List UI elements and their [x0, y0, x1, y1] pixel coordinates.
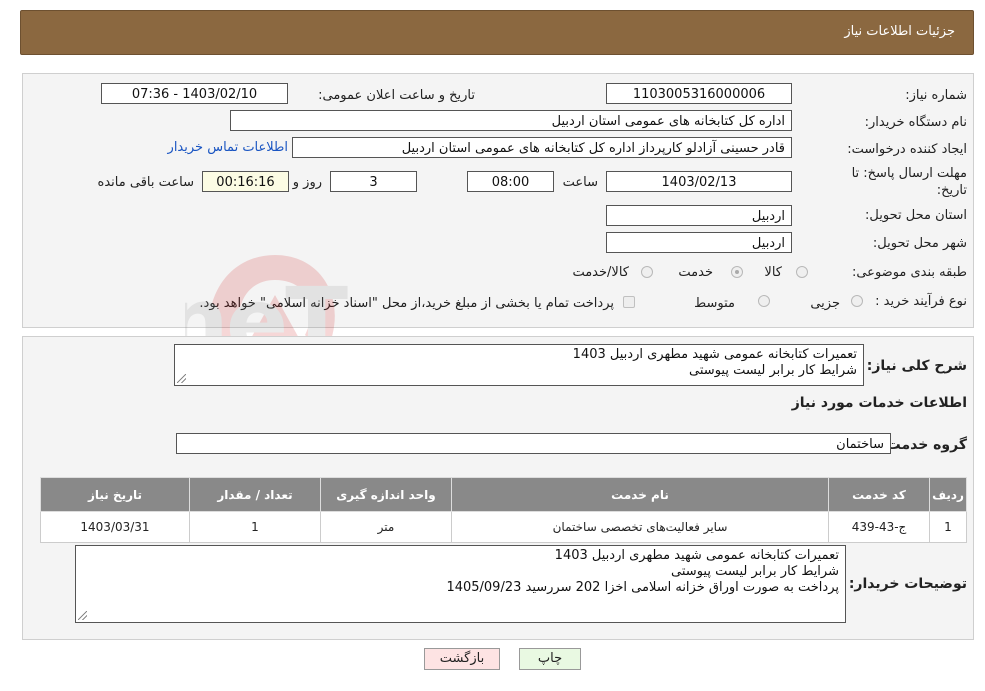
remaining-time-field[interactable]: 00:16:16 — [202, 171, 289, 192]
category-label: طبقه بندی موضوعی: — [851, 265, 967, 280]
col-header-quantity: تعداد / مقدار — [189, 477, 321, 512]
need-number-field[interactable]: 1103005316000006 — [606, 83, 792, 104]
purchase-minor-radio[interactable] — [851, 295, 863, 307]
table-row[interactable]: 1 ج-43-439 سایر فعالیت‌های تخصصی ساختمان… — [40, 511, 967, 543]
cell-service-code: ج-43-439 — [828, 511, 930, 543]
buyer-contact-link[interactable]: اطلاعات تماس خریدار — [168, 140, 288, 155]
announce-datetime-label: تاریخ و ساعت اعلان عمومی: — [318, 88, 475, 103]
city-label: شهر محل تحویل: — [872, 236, 967, 251]
col-header-row-number: ردیف — [929, 477, 967, 512]
buyer-notes-line-2: شرایط کار برابر لیست پیوستی — [671, 564, 839, 579]
category-goods-service-label: کالا/خدمت — [572, 265, 629, 280]
purchase-medium-radio[interactable] — [758, 295, 770, 307]
page-header: جزئیات اطلاعات نیاز — [20, 10, 974, 55]
print-button[interactable]: چاپ — [519, 648, 581, 670]
announce-datetime-field[interactable]: 1403/02/10 - 07:36 — [101, 83, 288, 104]
cell-quantity: 1 — [189, 511, 321, 543]
buyer-org-label: نام دستگاه خریدار: — [864, 115, 967, 130]
category-goods-label: کالا — [764, 265, 782, 280]
buyer-org-field[interactable]: اداره کل کتابخانه های عمومی استان اردبیل — [230, 110, 792, 131]
deadline-time-field[interactable]: 08:00 — [467, 171, 554, 192]
service-group-label: گروه خدمت: — [881, 437, 967, 453]
service-group-field[interactable]: ساختمان — [176, 433, 891, 454]
deadline-time-label: ساعت — [562, 175, 598, 190]
services-table: ردیف کد خدمت نام خدمت واحد اندازه گیری ت… — [40, 477, 967, 543]
cell-row-number: 1 — [929, 511, 967, 543]
deadline-label: مهلت ارسال پاسخ: تا — [851, 166, 967, 181]
col-header-unit: واحد اندازه گیری — [320, 477, 452, 512]
cell-service-name: سایر فعالیت‌های تخصصی ساختمان — [451, 511, 829, 543]
days-label: روز و — [292, 175, 322, 190]
payment-note: پرداخت تمام یا بخشی از مبلغ خرید،از محل … — [199, 296, 614, 311]
buyer-notes-line-3: پرداخت به صورت اوراق خزانه اسلامی اخزا 2… — [446, 580, 839, 595]
category-goods-radio[interactable] — [796, 266, 808, 278]
services-section-title: اطلاعات خدمات مورد نیاز — [791, 395, 967, 411]
deadline-date-label: تاریخ: — [936, 183, 967, 198]
resize-handle-icon[interactable] — [177, 374, 186, 383]
creator-field[interactable]: قادر حسینی آزادلو کارپرداز اداره کل کتاب… — [292, 137, 792, 158]
summary-line-2: شرایط کار برابر لیست پیوستی — [689, 363, 857, 378]
province-label: استان محل تحویل: — [865, 208, 967, 223]
purchase-medium-label: متوسط — [694, 296, 735, 311]
cell-unit: متر — [320, 511, 452, 543]
creator-label: ایجاد کننده درخواست: — [847, 142, 967, 157]
buyer-notes-textarea[interactable]: تعمیرات کتابخانه عمومی شهید مطهری اردبیل… — [75, 545, 846, 623]
category-service-radio[interactable] — [731, 266, 743, 278]
remaining-time-label: ساعت باقی مانده — [97, 175, 194, 190]
days-field[interactable]: 3 — [330, 171, 417, 192]
province-field[interactable]: اردبیل — [606, 205, 792, 226]
cell-need-date: 1403/03/31 — [40, 511, 190, 543]
need-number-label: شماره نیاز: — [905, 88, 967, 103]
summary-textarea[interactable]: تعمیرات کتابخانه عمومی شهید مطهری اردبیل… — [174, 344, 864, 386]
buyer-notes-label: توضیحات خریدار: — [848, 576, 967, 592]
city-field[interactable]: اردبیل — [606, 232, 792, 253]
col-header-service-code: کد خدمت — [828, 477, 930, 512]
col-header-service-name: نام خدمت — [451, 477, 829, 512]
summary-line-1: تعمیرات کتابخانه عمومی شهید مطهری اردبیل… — [572, 347, 857, 362]
table-header-row: ردیف کد خدمت نام خدمت واحد اندازه گیری ت… — [40, 477, 967, 512]
category-goods-service-radio[interactable] — [641, 266, 653, 278]
buyer-notes-line-1: تعمیرات کتابخانه عمومی شهید مطهری اردبیل… — [554, 548, 839, 563]
purchase-type-label: نوع فرآیند خرید : — [875, 294, 967, 309]
resize-handle-icon[interactable] — [78, 611, 87, 620]
back-button[interactable]: بازگشت — [424, 648, 500, 670]
page-title: جزئیات اطلاعات نیاز — [844, 24, 955, 39]
col-header-need-date: تاریخ نیاز — [40, 477, 190, 512]
category-service-label: خدمت — [678, 265, 713, 280]
treasury-payment-checkbox[interactable] — [623, 296, 635, 308]
summary-label: شرح کلی نیاز: — [866, 358, 967, 374]
deadline-date-field[interactable]: 1403/02/13 — [606, 171, 792, 192]
purchase-minor-label: جزیی — [810, 296, 840, 311]
